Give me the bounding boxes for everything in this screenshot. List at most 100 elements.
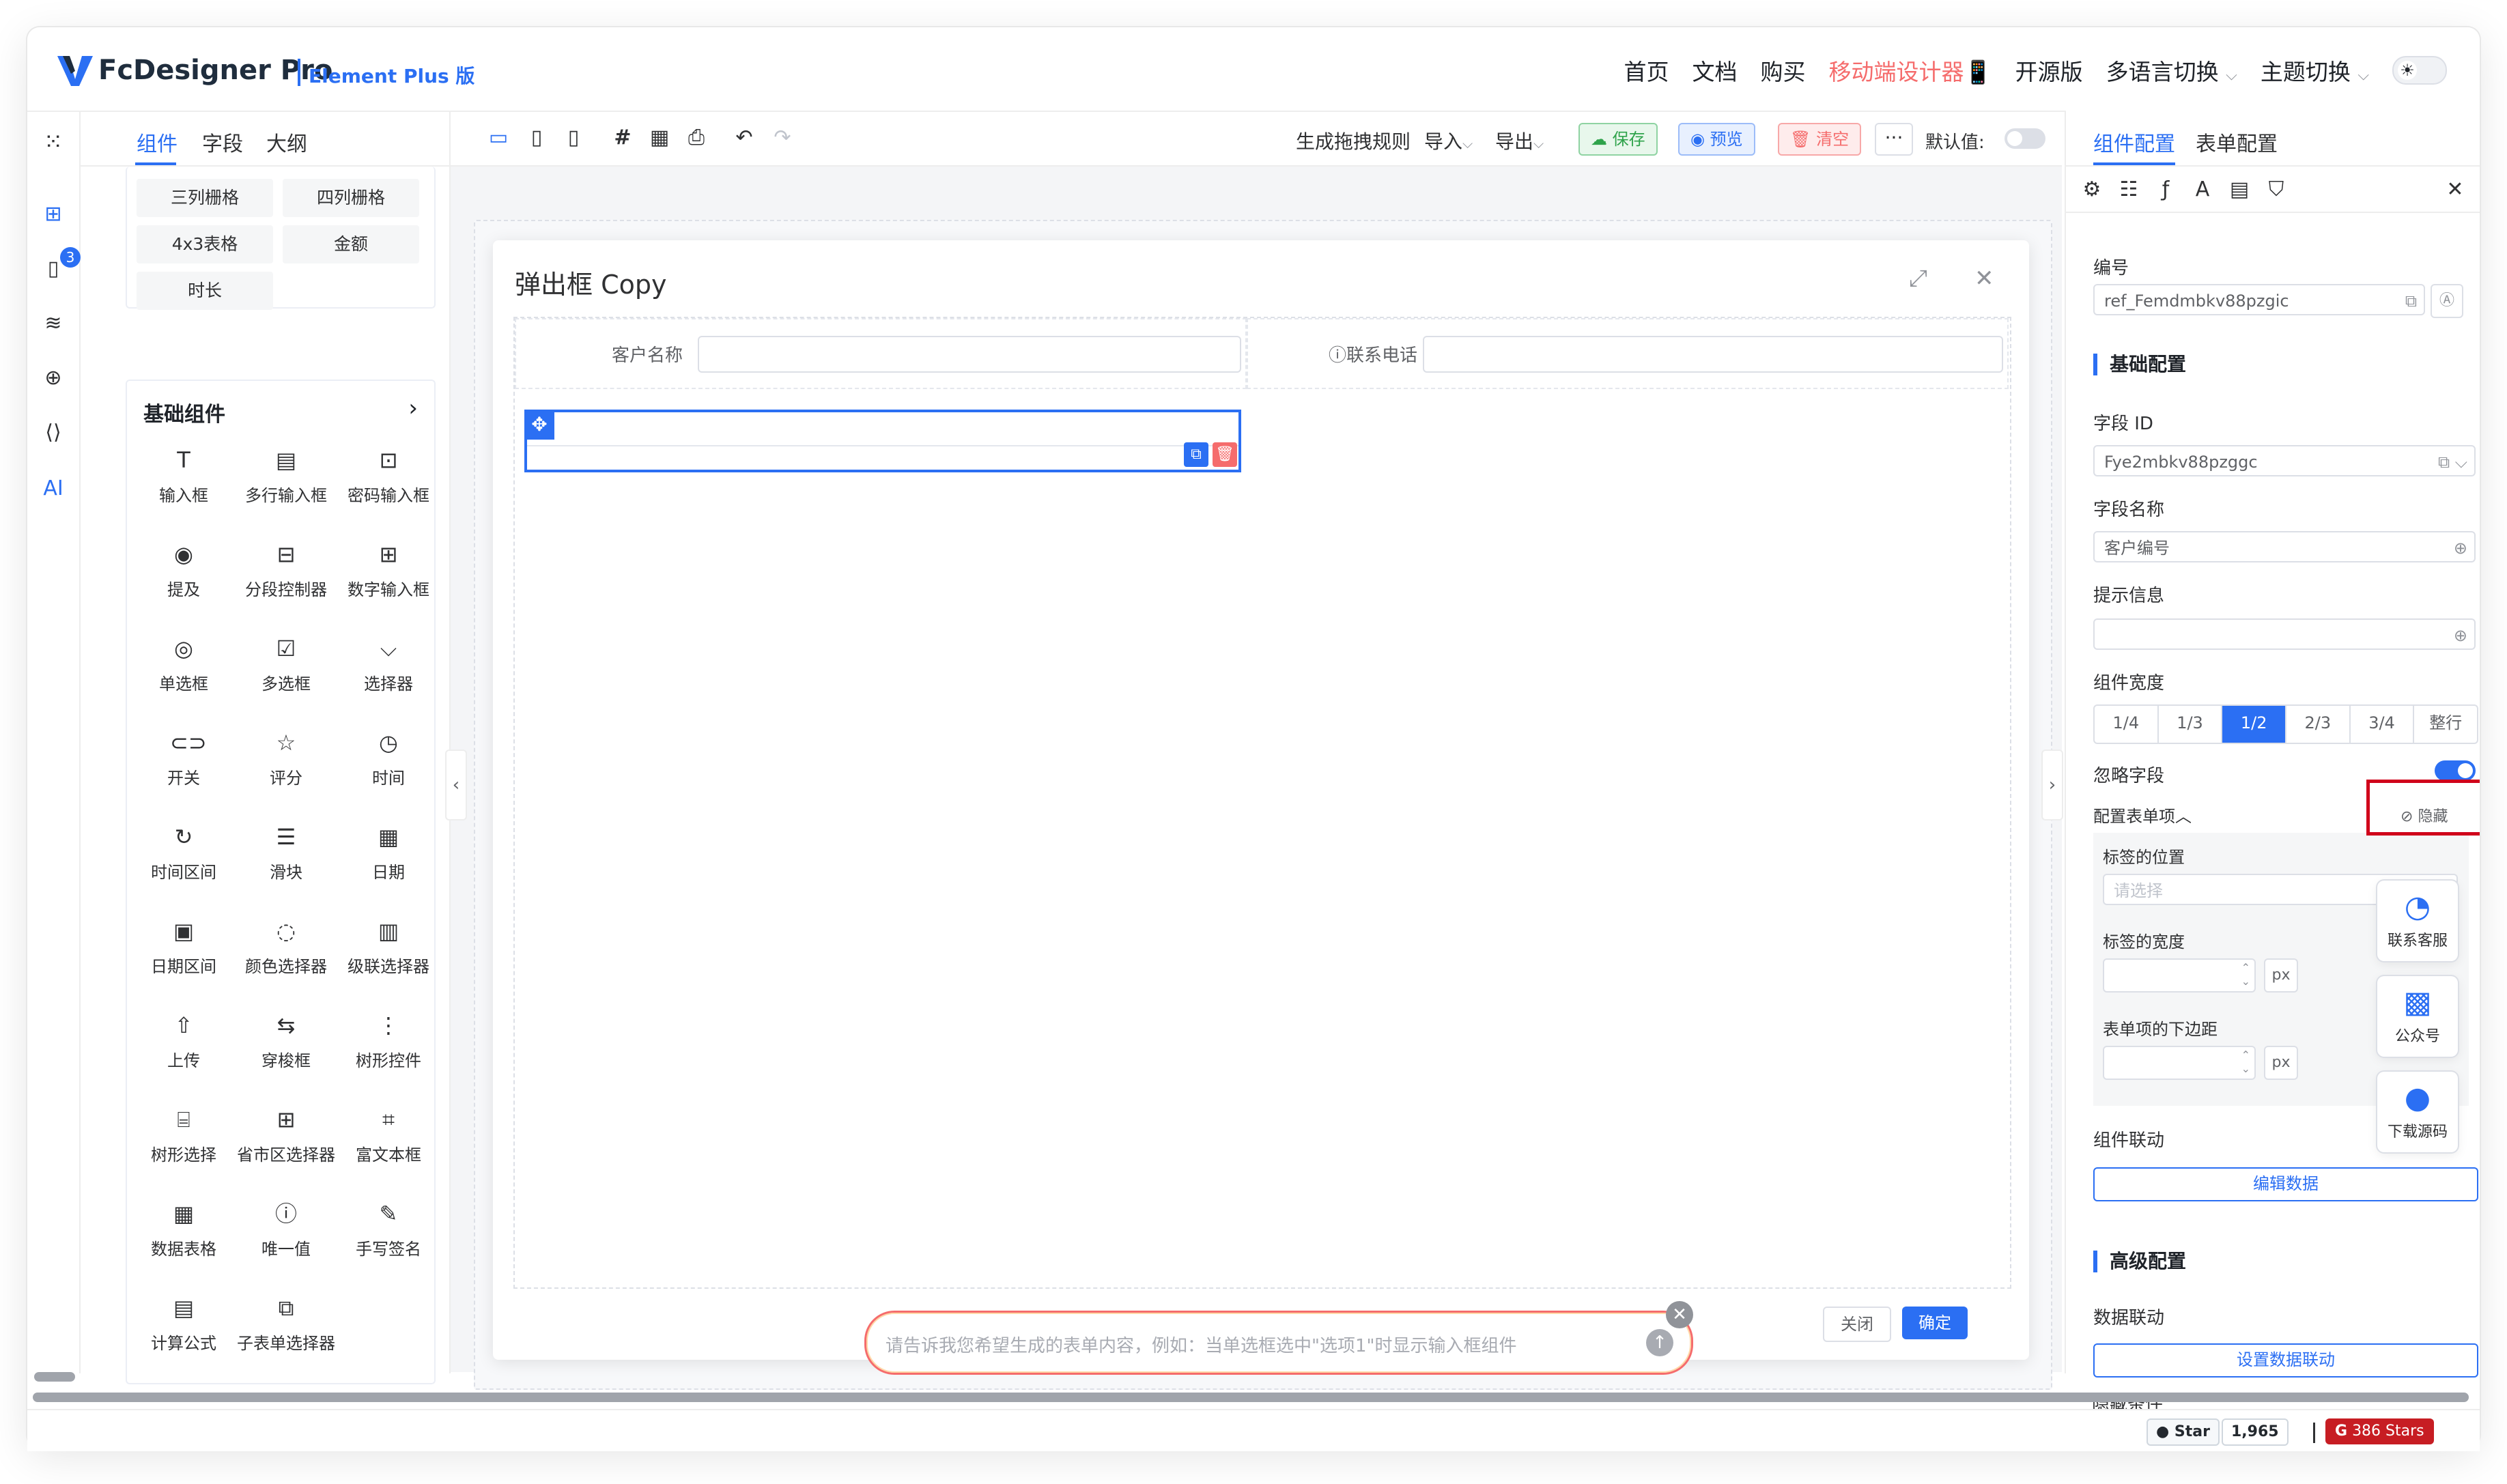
official-account-card[interactable]: ▩ 公众号 [2377,976,2458,1057]
layout-chip[interactable]: 四列栅格 [283,179,419,217]
component-item[interactable]: ⧉ 子表单选择器 [235,1285,337,1367]
component-item[interactable]: ▦ 数据表格 [132,1190,235,1272]
more-button[interactable]: ··· [1875,123,1913,156]
tablet-view-icon[interactable]: ▯ [523,124,550,152]
drag-handle-icon[interactable]: ✥ [524,410,554,440]
width-option[interactable]: 2/3 [2286,706,2351,743]
edit-data-button[interactable]: 编辑数据 [2093,1167,2478,1201]
tab-fields[interactable]: 字段 [202,127,243,157]
globe-icon[interactable]: ⊕ [2454,532,2467,564]
grid-icon[interactable]: # [609,124,636,152]
form-item-phone[interactable]: ⓘ联系电话 [1247,318,2009,389]
nav-mobile-designer[interactable]: 移动端设计器📱 [1829,54,1992,87]
collapse-right-icon[interactable]: › [2043,751,2062,819]
field-id-input[interactable]: Fye2mbkv88pzggc ⧉ ⌵ [2093,445,2476,476]
apps-grid-icon[interactable]: ⁙ [40,128,67,156]
form-item-customer-name[interactable]: 客户名称 [515,318,1247,389]
import-menu[interactable]: 导入⌵ [1424,127,1473,154]
globe-icon[interactable]: ⊕ [40,366,67,393]
github-star-count[interactable]: 1,965 [2222,1418,2289,1446]
ai-close-icon[interactable]: ✕ [1666,1301,1693,1328]
github-star-button[interactable]: ● Star [2147,1418,2220,1446]
customer-name-input[interactable] [698,336,1241,373]
formula-icon[interactable]: ƒ [2152,176,2179,203]
component-item[interactable]: ↻ 时间区间 [132,814,235,896]
component-item[interactable]: ⋮ 树形控件 [337,1002,440,1084]
component-item[interactable]: ⌸ 树形选择 [132,1096,235,1178]
ignore-field-switch[interactable] [2435,760,2476,781]
nav-home[interactable]: 首页 [1624,54,1669,87]
width-option[interactable]: 1/3 [2159,706,2223,743]
component-item[interactable]: ⊡ 密码输入框 [337,437,440,519]
component-item[interactable]: ▥ 级联选择器 [337,908,440,990]
layout-chip[interactable]: 4x3表格 [137,225,273,263]
clear-button[interactable]: 🗑 清空 [1778,123,1862,156]
undo-icon[interactable]: ↶ [731,124,758,152]
component-item[interactable]: ⓘ 唯一值 [235,1190,337,1272]
style-icon[interactable]: ▤ [2226,176,2253,203]
close-icon[interactable]: ✕ [1974,265,1994,292]
component-item[interactable]: ▤ 多行输入框 [235,437,337,519]
component-item[interactable]: ⌵ 选择器 [337,625,440,707]
component-item[interactable]: ◎ 单选框 [132,625,235,707]
selected-form-item[interactable]: ✥ ⧉ 🗑 [524,410,1241,472]
phone-input[interactable] [1423,336,2003,373]
layout-chip[interactable]: 金额 [283,225,419,263]
label-width-input[interactable]: ⌃ ⌄ [2103,958,2256,993]
component-item[interactable]: ◌ 颜色选择器 [235,908,337,990]
ref-input[interactable]: ref_Femdmbkv88pzgic ⧉ [2093,284,2425,315]
width-option[interactable]: 1/4 [2095,706,2159,743]
component-item[interactable]: ⊟ 分段控制器 [235,531,337,613]
set-data-linkage-button[interactable]: 设置数据联动 [2093,1343,2478,1378]
layout-chip[interactable]: 时长 [137,272,273,310]
component-item[interactable]: ⌗ 富文本框 [337,1096,440,1178]
mobile-view-icon[interactable]: ▯ [560,124,587,152]
ref-edit-icon[interactable]: Ⓐ [2431,284,2463,318]
margin-input[interactable]: ⌃ ⌄ [2103,1046,2256,1080]
props-icon[interactable]: ⚙ [2078,176,2106,203]
dialog-close-button[interactable]: 关闭 [1823,1307,1891,1342]
contact-service-card[interactable]: ◔ 联系客服 [2377,881,2458,961]
component-item[interactable]: ▤ 计算公式 [132,1285,235,1367]
close-panel-icon[interactable]: ✕ [2441,176,2469,203]
send-arrow-icon[interactable]: ↑ [1646,1329,1673,1356]
nav-theme-switch[interactable]: 主题切换 ⌵ [2261,54,2369,87]
component-item[interactable]: ⇆ 穿梭框 [235,1002,337,1084]
tab-component-config[interactable]: 组件配置 [2093,127,2175,157]
field-name-input[interactable]: 客户编号 ⊕ [2093,531,2476,562]
sliders-icon[interactable]: ☷ [2115,176,2142,203]
horizontal-scrollbar[interactable] [33,1393,2469,1402]
width-option[interactable]: 1/2 [2222,706,2287,743]
desktop-view-icon[interactable]: ▭ [485,124,512,152]
code-icon[interactable]: ⟨⟩ [40,420,67,448]
component-item[interactable]: ⊞ 省市区选择器 [235,1096,337,1178]
component-item[interactable]: ⊞ 数字输入框 [337,531,440,613]
component-item[interactable]: ☰ 滑块 [235,814,337,896]
export-menu[interactable]: 导出⌵ [1495,127,1544,154]
chevron-right-icon[interactable]: › [408,395,418,422]
redo-icon[interactable]: ↷ [769,124,796,152]
components-icon[interactable]: ⊞ [40,202,67,229]
tab-form-config[interactable]: 表单配置 [2196,127,2278,157]
grid-dense-icon[interactable]: ▦ [646,124,673,152]
form-item-config-toggle[interactable]: 配置表单项︿ [2093,803,2192,827]
default-value-switch[interactable] [2005,128,2045,149]
component-item[interactable]: ⊂⊃ 开关 [132,719,235,801]
shield-icon[interactable]: ⛉ [2263,176,2290,203]
globe-icon[interactable]: ⊕ [2454,620,2467,651]
width-option[interactable]: 整行 [2414,706,2477,743]
tab-components[interactable]: 组件 [137,127,178,157]
component-item[interactable]: ▦ 日期 [337,814,440,896]
save-button[interactable]: ☁ 保存 [1578,123,1658,156]
width-option[interactable]: 3/4 [2351,706,2415,743]
copy-icon[interactable]: ⧉ [1184,442,1208,467]
component-item[interactable]: ☆ 评分 [235,719,337,801]
ai-icon[interactable]: AI [40,476,67,504]
nav-buy[interactable]: 购买 [1761,54,1806,87]
font-icon[interactable]: A [2189,176,2216,203]
stepper-icon[interactable]: ⌃ ⌄ [2241,961,2250,988]
component-item[interactable]: ☑ 多选框 [235,625,337,707]
dark-mode-toggle[interactable]: ☀ [2392,56,2447,85]
component-item[interactable]: ◷ 时间 [337,719,440,801]
delete-icon[interactable]: 🗑 [1213,442,1237,467]
